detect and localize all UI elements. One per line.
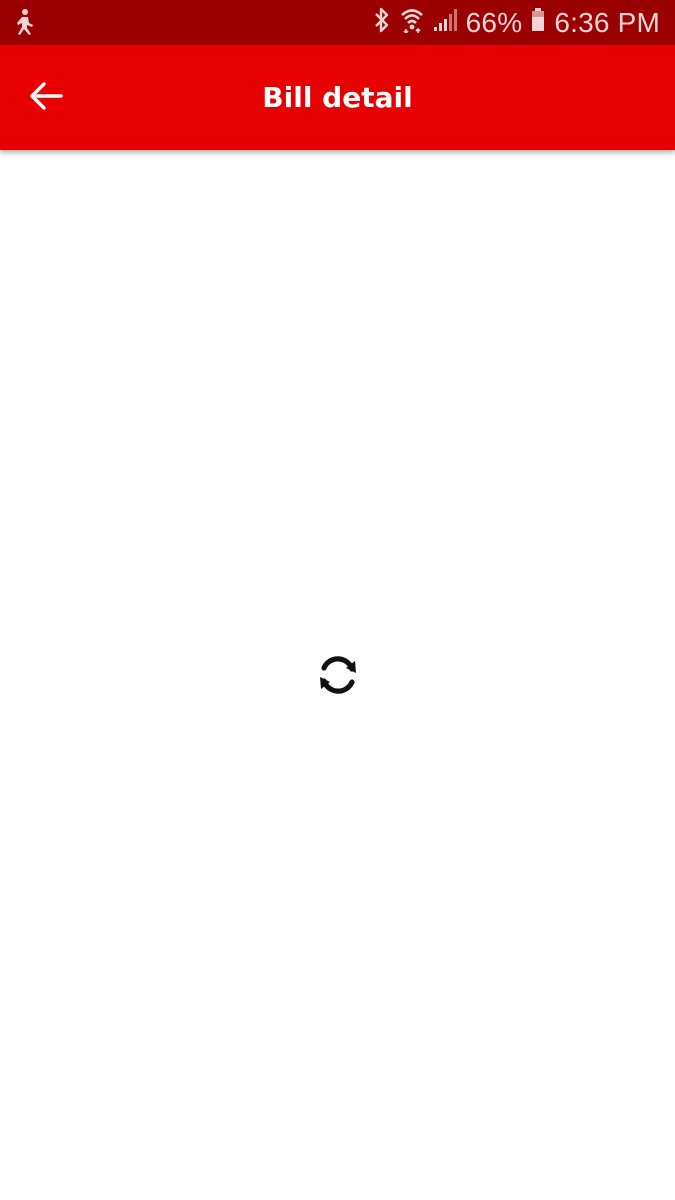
bill-detail-content bbox=[0, 150, 675, 1200]
app-bar: Bill detail bbox=[0, 45, 675, 150]
battery-icon bbox=[531, 7, 545, 38]
page-title: Bill detail bbox=[262, 81, 413, 114]
cellular-signal-icon bbox=[433, 7, 457, 38]
refresh-icon bbox=[316, 653, 360, 697]
status-icons: 66% 6:36 PM bbox=[373, 0, 660, 45]
clock: 6:36 PM bbox=[554, 7, 660, 38]
status-bar: 66% 6:36 PM bbox=[0, 0, 675, 45]
wifi-icon bbox=[400, 7, 424, 38]
accessibility-person-icon bbox=[12, 8, 38, 36]
bluetooth-icon bbox=[373, 7, 391, 38]
battery-percent: 66% bbox=[465, 7, 523, 38]
